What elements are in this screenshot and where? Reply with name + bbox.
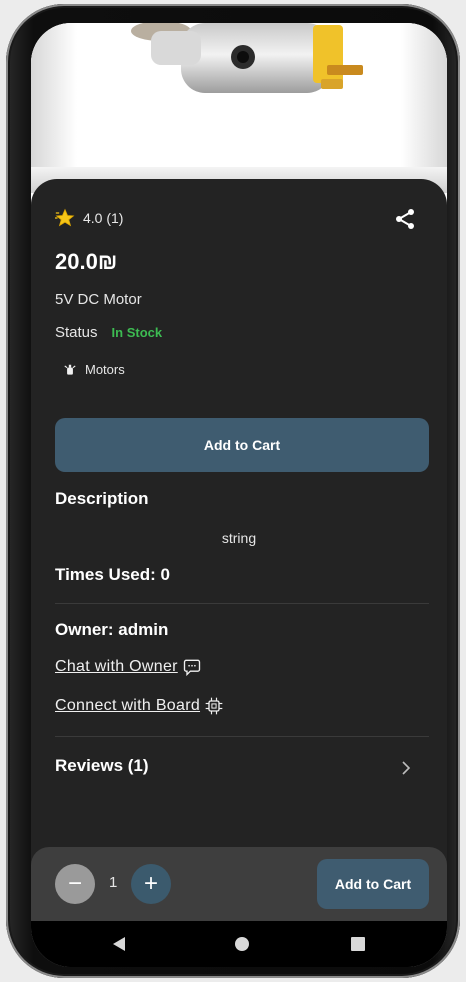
share-icon[interactable] [393, 207, 417, 231]
recents-icon[interactable] [351, 937, 365, 951]
bottom-add-to-cart-button[interactable]: Add to Cart [317, 859, 429, 909]
chat-bubble-icon [183, 659, 200, 677]
quantity-value: 1 [109, 874, 118, 891]
rating-value: 4.0 (1) [83, 210, 124, 226]
category-label: Motors [85, 362, 125, 377]
description-text: string [221, 530, 257, 546]
status-value: In Stock [111, 325, 163, 340]
motor-icon [64, 364, 76, 375]
cart-bar: − 1 + Add to Cart [31, 847, 447, 921]
connect-link-label: Connect with Board [55, 697, 201, 714]
decrease-quantity-button[interactable]: − [55, 864, 95, 904]
phone-frame: 4.0 (1) 20.0₪ 5V DC Motor Status In Stoc… [6, 4, 460, 978]
chat-link-label: Chat with Owner [55, 658, 178, 675]
owner-name: Owner: admin [55, 620, 169, 639]
screen: 4.0 (1) 20.0₪ 5V DC Motor Status In Stoc… [31, 23, 447, 967]
chip-icon [205, 697, 223, 715]
reviews-row[interactable]: Reviews (1) [55, 756, 149, 776]
times-used: Times Used: 0 [55, 565, 170, 584]
increase-quantity-button[interactable]: + [131, 864, 171, 904]
divider [55, 736, 429, 737]
plus-icon: + [143, 870, 158, 897]
minus-icon: − [67, 870, 82, 897]
home-icon[interactable] [235, 937, 249, 951]
product-name: 5V DC Motor [55, 291, 142, 308]
rating: 4.0 (1) [55, 208, 123, 228]
motor-photo [131, 23, 363, 93]
connect-with-board-link[interactable]: Connect with Board [55, 696, 224, 716]
chat-with-owner-link[interactable]: Chat with Owner [55, 657, 202, 677]
product-price: 20.0₪ [55, 249, 118, 274]
back-icon[interactable] [113, 937, 125, 951]
product-image [31, 23, 447, 193]
system-nav-bar [31, 921, 447, 967]
divider [55, 603, 429, 604]
star-icon [55, 208, 75, 227]
chevron-right-icon[interactable] [399, 759, 413, 777]
add-to-cart-button[interactable]: Add to Cart [55, 418, 429, 472]
description-heading: Description [55, 489, 149, 508]
status-label: Status [55, 324, 98, 341]
stock-status: Status In Stock [55, 324, 162, 341]
category-chip[interactable]: Motors [63, 362, 125, 377]
